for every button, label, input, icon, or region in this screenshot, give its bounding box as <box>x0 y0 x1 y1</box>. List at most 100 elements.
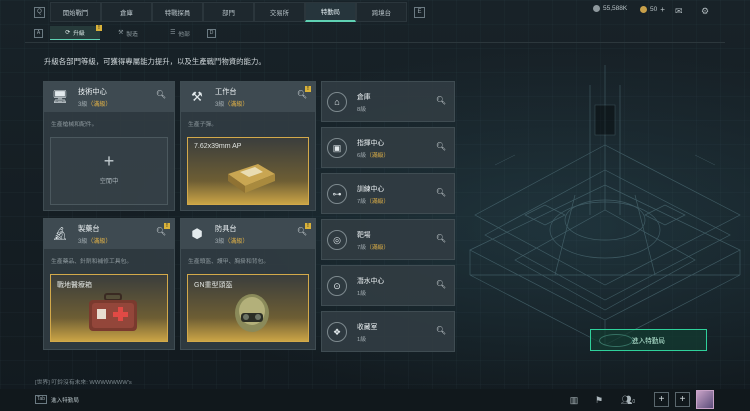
monitor-icon: 🖥 <box>51 89 69 104</box>
mail-icon[interactable]: ✉ <box>675 6 683 17</box>
chip-icon: ▣ <box>327 138 347 158</box>
slot-status: 空閒中 <box>99 178 119 185</box>
gear-icon[interactable]: ⚙ <box>701 6 709 17</box>
row-level: 8級 <box>357 104 366 113</box>
search-icon[interactable]: 🔍︎ <box>436 326 446 335</box>
production-slot-active[interactable]: GN重型頭盔 <box>187 274 309 342</box>
add-slot-icon: + <box>103 151 115 171</box>
row-level: 7級（滿級） <box>357 242 389 251</box>
target-icon: ◎ <box>327 230 347 250</box>
department-row-collection-room[interactable]: ❖ 收藏室 1級 🔍︎ <box>321 311 455 352</box>
card-level: 3級（滿級） <box>78 99 111 108</box>
helmet-image <box>235 294 269 332</box>
row-title: 靶場 <box>357 232 371 239</box>
tab-department[interactable]: 部門 <box>203 2 254 22</box>
department-card-tech-center[interactable]: 🖥 技術中心 3級（滿級） 🔍︎ 生產槍械和配件。 + 空閒中 <box>43 81 175 211</box>
production-slot-active[interactable]: 7.62x39mm AP <box>187 137 309 205</box>
subtab-craft-label: 製造 <box>126 31 138 38</box>
next-subtab-key-hint: D <box>207 29 216 38</box>
department-row-training-center[interactable]: ⊶ 訓練中心 7級（滿級） 🔍︎ <box>321 173 455 214</box>
add-member-button[interactable]: + <box>675 392 690 407</box>
search-icon[interactable]: 🔍︎ <box>156 90 166 99</box>
level-value: 3級 <box>78 239 88 245</box>
add-coins-icon[interactable]: + <box>660 5 665 14</box>
search-icon[interactable]: 🔍︎ <box>436 280 446 289</box>
craft-icon: ⚒ <box>118 30 124 36</box>
search-icon[interactable]: 🔍︎ <box>436 142 446 151</box>
level-value: 3級 <box>78 102 88 108</box>
level-value: 7級 <box>357 199 367 205</box>
card-title: 工作台 <box>215 87 237 96</box>
dumbbell-icon: ⊶ <box>327 184 347 204</box>
avatar[interactable] <box>696 390 714 409</box>
card-level: 3級（滿級） <box>215 99 248 108</box>
product-name: 戰地醫療箱 <box>57 282 92 289</box>
card-description: 生產子彈。 <box>188 122 217 128</box>
coins-display[interactable]: 50 + <box>640 5 665 14</box>
microscope-icon: 🔬︎ <box>51 226 69 241</box>
collection-icon: ❖ <box>327 322 347 342</box>
row-title: 訓練中心 <box>357 186 385 193</box>
currency-display[interactable]: 55,588K <box>593 5 627 12</box>
max-level-tag: （滿級） <box>224 102 249 108</box>
tab-special-service[interactable]: 特勤局 <box>305 2 356 22</box>
chat-message[interactable]: [世界] 叮鈴沒有未來: WWWWWWW's <box>35 377 132 386</box>
department-row-shooting-range[interactable]: ◎ 靶場 7級（滿級） 🔍︎ <box>321 219 455 260</box>
subtab-other[interactable]: ☰ 他部 <box>155 26 205 40</box>
search-icon[interactable]: 🔍︎ <box>436 188 446 197</box>
production-slot-empty[interactable]: + 空閒中 <box>50 137 168 205</box>
main-tabs: 開始戰鬥 倉庫 特戰探員 部門 交易所 特勤局 跨境台 <box>50 2 407 22</box>
level-value: 7級 <box>357 245 367 251</box>
search-icon[interactable]: 🔍︎ <box>436 234 446 243</box>
max-level-tag: （滿級） <box>224 239 249 245</box>
upgrade-alert-badge: ! <box>96 25 102 31</box>
tab-key-hint: Tab <box>35 395 47 404</box>
tab-cross-border[interactable]: 跨境台 <box>356 2 407 22</box>
bottom-enter-label[interactable]: 進入特勤局 <box>51 396 79 404</box>
max-level-tag: （滿級） <box>87 102 112 108</box>
subtab-craft[interactable]: ⚒ 製造 <box>103 26 153 40</box>
subtab-upgrade[interactable]: ⟳ 升級 <box>50 26 100 40</box>
tab-start-battle[interactable]: 開始戰鬥 <box>50 2 101 22</box>
row-level: 1級 <box>357 334 366 343</box>
department-row-warehouse[interactable]: ⌂ 倉庫 8級 🔍︎ <box>321 81 455 122</box>
row-level: 6級（滿級） <box>357 150 389 159</box>
chart-icon[interactable]: ▥ <box>567 393 581 407</box>
broadcast-icon[interactable]: ⚑ <box>592 393 606 407</box>
enter-special-service-button[interactable]: 進入特勤局 <box>590 329 707 351</box>
prev-subtab-key-hint: A <box>34 29 43 38</box>
card-level: 3級（滿級） <box>78 236 111 245</box>
add-friend-button[interactable]: + <box>654 392 669 407</box>
tab-operators[interactable]: 特戰探員 <box>152 2 203 22</box>
department-row-command-center[interactable]: ▣ 指揮中心 6級（滿級） 🔍︎ <box>321 127 455 168</box>
tab-warehouse[interactable]: 倉庫 <box>101 2 152 22</box>
card-description: 生產藥品、針劑和補修工具包。 <box>51 259 133 265</box>
department-card-armor[interactable]: ⬢ 防具台 3級（滿級） 🔍︎ 生產頭盔、護甲、胸掛和背包。 GN重型頭盔 ! <box>180 218 316 350</box>
medkit-image <box>89 293 137 331</box>
row-title: 指揮中心 <box>357 140 385 147</box>
product-name: 7.62x39mm AP <box>194 143 242 150</box>
list-icon: ☰ <box>170 30 176 36</box>
row-title: 倉庫 <box>357 94 371 101</box>
production-slot-active[interactable]: 戰地醫療箱 <box>50 274 168 342</box>
team-count: 0 <box>632 399 636 405</box>
divider <box>25 42 725 43</box>
team-icon[interactable]: 👥︎0 <box>617 393 639 407</box>
currency-value: 55,588K <box>603 5 628 12</box>
ammo-box-image <box>228 164 275 193</box>
card-title: 防具台 <box>215 224 237 233</box>
upgrade-icon: ⟳ <box>65 29 71 36</box>
row-level: 1級 <box>357 288 366 297</box>
max-level-tag: （滿級） <box>87 239 112 245</box>
department-card-pharmacy[interactable]: 🔬︎ 製藥台 3級（滿級） 🔍︎ 生產藥品、針劑和補修工具包。 戰地醫療箱 ! <box>43 218 175 350</box>
coin-icon <box>640 6 647 13</box>
tab-exchange[interactable]: 交易所 <box>254 2 305 22</box>
search-icon[interactable]: 🔍︎ <box>436 96 446 105</box>
department-row-diving-center[interactable]: ⊙ 潛水中心 1級 🔍︎ <box>321 265 455 306</box>
department-card-workbench[interactable]: ⚒ 工作台 3級（滿級） 🔍︎ 生產子彈。 7.62x39mm AP ! <box>180 81 316 211</box>
max-level-tag: （滿級） <box>366 199 390 205</box>
level-value: 3級 <box>215 239 225 245</box>
level-value: 8級 <box>357 107 367 113</box>
goggles-icon: ⊙ <box>327 276 347 296</box>
max-level-tag: （滿級） <box>366 153 390 159</box>
